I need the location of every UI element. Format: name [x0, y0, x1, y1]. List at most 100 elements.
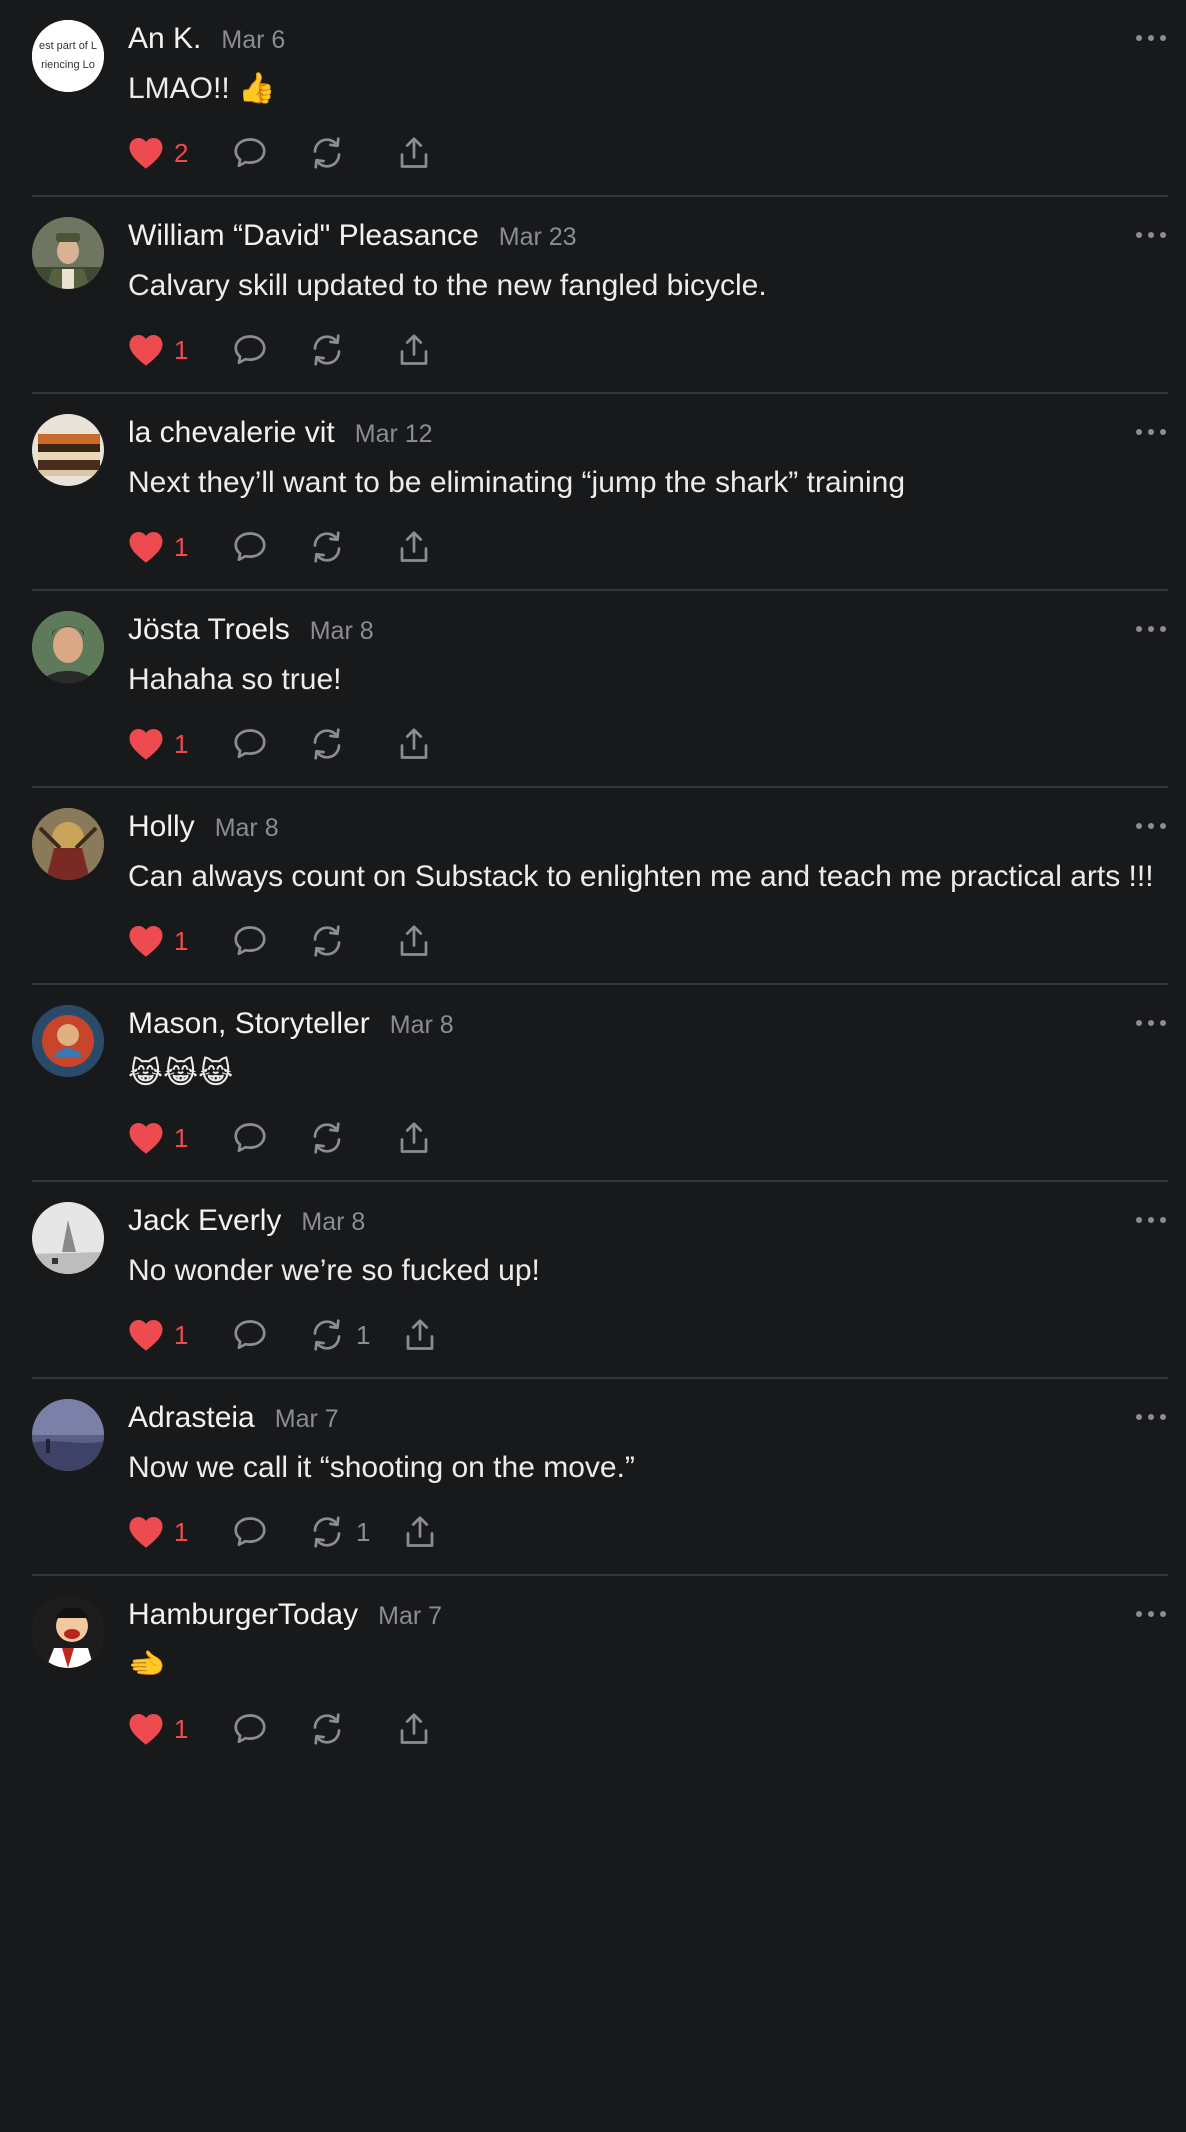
speech-bubble-icon: [234, 926, 266, 956]
reply-button[interactable]: [232, 131, 268, 175]
share-button[interactable]: [396, 525, 432, 569]
share-button[interactable]: [396, 722, 432, 766]
comment-date[interactable]: Mar 8: [215, 814, 279, 843]
comment-date[interactable]: Mar 8: [390, 1011, 454, 1040]
comment-text: Calvary skill updated to the new fangled…: [128, 269, 767, 302]
like-button[interactable]: 1: [128, 722, 192, 766]
author-name[interactable]: Holly: [128, 810, 195, 844]
more-options-icon[interactable]: [1136, 225, 1166, 245]
avatar[interactable]: [32, 414, 104, 486]
like-count: 1: [174, 1516, 189, 1547]
avatar[interactable]: [32, 1399, 104, 1471]
comment-date[interactable]: Mar 23: [499, 223, 577, 252]
reply-button[interactable]: [232, 1510, 268, 1554]
restack-button[interactable]: [308, 131, 356, 175]
share-upload-icon: [400, 1122, 428, 1153]
comment-date[interactable]: Mar 7: [275, 1405, 339, 1434]
like-button[interactable]: 1: [128, 1510, 192, 1554]
comment: Holly Mar 8 Can always count on Substack…: [32, 788, 1168, 985]
comment: Mason, Storyteller Mar 8 😹😹😹 1: [32, 985, 1168, 1182]
author-name[interactable]: Adrasteia: [128, 1401, 255, 1435]
more-options-icon[interactable]: [1136, 422, 1166, 442]
like-button[interactable]: 1: [128, 525, 192, 569]
author-name[interactable]: Jösta Troels: [128, 613, 290, 647]
speech-bubble-icon: [234, 138, 266, 168]
more-options-icon[interactable]: [1136, 1210, 1166, 1230]
reply-button[interactable]: [232, 328, 268, 372]
author-name[interactable]: An K.: [128, 22, 201, 56]
restack-button[interactable]: 1: [308, 1510, 370, 1554]
like-button[interactable]: 1: [128, 1707, 192, 1751]
restack-button[interactable]: [308, 1707, 356, 1751]
avatar[interactable]: [32, 1596, 104, 1668]
restack-button[interactable]: 1: [308, 1313, 370, 1357]
heart-icon: [129, 729, 163, 760]
heart-icon: [129, 1320, 163, 1351]
like-button[interactable]: 1: [128, 1116, 192, 1160]
avatar[interactable]: [32, 1005, 104, 1077]
share-button[interactable]: [396, 1116, 432, 1160]
reply-button[interactable]: [232, 919, 268, 963]
restack-button[interactable]: [308, 328, 356, 372]
comment: Jack Everly Mar 8 No wonder we’re so fuc…: [32, 1182, 1168, 1379]
comment-text: Can always count on Substack to enlighte…: [128, 860, 1154, 893]
author-name[interactable]: HamburgerToday: [128, 1598, 358, 1632]
avatar[interactable]: [32, 808, 104, 880]
share-upload-icon: [407, 1319, 434, 1350]
reply-button[interactable]: [232, 722, 268, 766]
share-button[interactable]: [402, 1510, 438, 1554]
like-count: 2: [174, 137, 189, 168]
comment-date[interactable]: Mar 12: [355, 420, 433, 449]
reply-button[interactable]: [232, 525, 268, 569]
like-button[interactable]: 2: [128, 131, 192, 175]
like-button[interactable]: 1: [128, 328, 192, 372]
author-name[interactable]: Jack Everly: [128, 1204, 281, 1238]
share-button[interactable]: [396, 131, 432, 175]
restack-button[interactable]: [308, 919, 356, 963]
author-name[interactable]: Mason, Storyteller: [128, 1007, 370, 1041]
comment-date[interactable]: Mar 8: [310, 617, 374, 646]
share-button[interactable]: [396, 1707, 432, 1751]
comment-actions: 2: [128, 131, 1160, 175]
avatar[interactable]: [32, 217, 104, 289]
restack-arrows-icon: [313, 334, 341, 366]
restack-arrows-icon: [313, 1319, 341, 1351]
comment: la chevalerie vit Mar 12 Next they’ll wa…: [32, 394, 1168, 591]
restack-button[interactable]: [308, 525, 356, 569]
more-options-icon[interactable]: [1136, 1604, 1166, 1624]
reply-button[interactable]: [232, 1313, 268, 1357]
heart-icon: [129, 1123, 163, 1154]
restack-button[interactable]: [308, 1116, 356, 1160]
more-options-icon[interactable]: [1136, 816, 1166, 836]
restack-arrows-icon: [313, 1122, 341, 1154]
reply-button[interactable]: [232, 1707, 268, 1751]
like-button[interactable]: 1: [128, 919, 192, 963]
share-upload-icon: [400, 1713, 428, 1744]
avatar[interactable]: [32, 1202, 104, 1274]
restack-arrows-icon: [313, 531, 341, 563]
share-button[interactable]: [402, 1313, 438, 1357]
reply-button[interactable]: [232, 1116, 268, 1160]
restack-arrows-icon: [313, 728, 341, 760]
more-options-icon[interactable]: [1136, 1407, 1166, 1427]
heart-icon: [129, 1517, 163, 1548]
comment-date[interactable]: Mar 6: [221, 26, 285, 55]
restack-button[interactable]: [308, 722, 356, 766]
comment-date[interactable]: Mar 8: [301, 1208, 365, 1237]
speech-bubble-icon: [234, 1517, 266, 1547]
share-button[interactable]: [396, 328, 432, 372]
comment-actions: 1 1: [128, 1313, 1160, 1357]
comment-text: Next they’ll want to be eliminating “jum…: [128, 466, 906, 499]
restack-arrows-icon: [313, 925, 341, 957]
comment-date[interactable]: Mar 7: [378, 1602, 442, 1631]
share-button[interactable]: [396, 919, 432, 963]
author-name[interactable]: William “David" Pleasance: [128, 219, 479, 253]
more-options-icon[interactable]: [1136, 1013, 1166, 1033]
more-options-icon[interactable]: [1136, 619, 1166, 639]
author-name[interactable]: la chevalerie vit: [128, 416, 335, 450]
avatar[interactable]: est part of L riencing Lo: [32, 20, 104, 92]
comment-actions: 1: [128, 1707, 1160, 1751]
avatar[interactable]: [32, 611, 104, 683]
more-options-icon[interactable]: [1136, 28, 1166, 48]
like-button[interactable]: 1: [128, 1313, 192, 1357]
